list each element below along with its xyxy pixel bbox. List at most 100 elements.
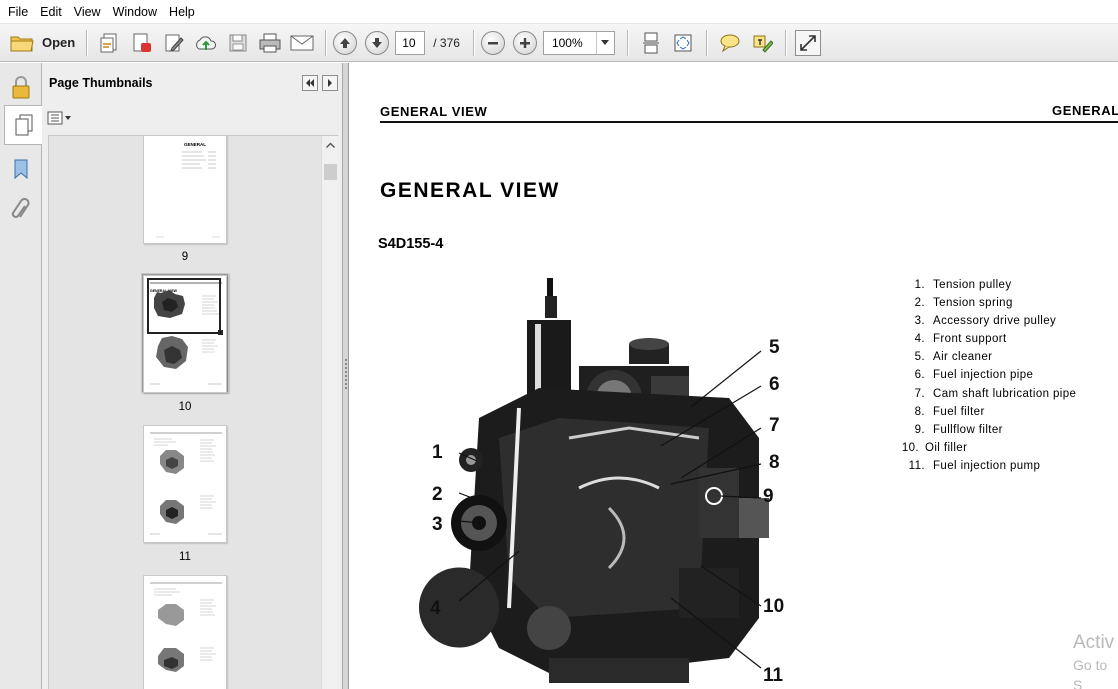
expand-icon <box>800 34 816 51</box>
full-screen-button[interactable] <box>794 29 821 56</box>
thumbnail-page-9[interactable]: GENERAL <box>143 136 227 244</box>
upload-button[interactable] <box>192 28 220 58</box>
zoom-out-button[interactable] <box>480 30 505 55</box>
toolbar-separator <box>472 29 474 56</box>
chevron-right-icon <box>328 79 332 87</box>
callout-2: 2 <box>432 484 443 505</box>
page-thumbnails-panel: Page Thumbnails GENERAL 9 GENERAL VIEW 1… <box>42 63 343 689</box>
callout-8: 8 <box>769 452 780 473</box>
combine-files-button[interactable] <box>128 28 156 58</box>
arrow-down-icon <box>372 37 383 48</box>
thumbnail-page-11[interactable] <box>143 425 227 543</box>
callout-7: 7 <box>769 415 780 436</box>
list-item: 1. Tension pulley <box>914 279 1012 291</box>
fit-page-button[interactable] <box>669 28 697 58</box>
viewport-indicator[interactable] <box>147 278 221 334</box>
open-button[interactable]: Open <box>6 33 79 53</box>
page-preview <box>150 582 222 672</box>
cloud-upload-icon <box>196 35 217 50</box>
save-button[interactable] <box>224 28 252 58</box>
thumbnail-label: 10 <box>178 401 192 413</box>
open-label: Open <box>42 35 76 50</box>
document-view[interactable]: GENERAL VIEW GENERAL GENERAL VIEW S4D155… <box>349 63 1118 689</box>
toolbar-separator <box>705 29 707 56</box>
list-item: 10. Oil filler <box>901 441 968 454</box>
zoom-value: 100% <box>551 35 583 50</box>
callout-11: 11 <box>763 665 784 686</box>
page-thumbnails-tab[interactable] <box>4 105 42 145</box>
bookmarks-tab[interactable] <box>3 151 39 187</box>
plus-icon <box>519 37 530 48</box>
scrollbar-thumb[interactable] <box>324 164 337 180</box>
create-pdf-button[interactable] <box>96 28 124 58</box>
menu-window[interactable]: Window <box>107 0 163 24</box>
callout-5: 5 <box>769 337 780 358</box>
minus-icon <box>487 41 498 44</box>
engine-illustration: 1 2 3 4 5 6 7 8 9 10 11 <box>419 278 784 686</box>
highlighter-icon <box>753 35 773 53</box>
comment-button[interactable] <box>716 28 744 58</box>
list-item: 5. Air cleaner <box>914 351 993 364</box>
lock-button[interactable] <box>3 69 39 105</box>
thumbnail-options-button[interactable] <box>47 109 73 127</box>
zoom-in-button[interactable] <box>512 30 537 55</box>
viewport-resize-handle[interactable] <box>218 330 223 335</box>
scroll-pages-icon <box>642 32 659 53</box>
callout-10: 10 <box>763 596 784 617</box>
toolbar-separator <box>626 29 628 56</box>
lock-icon <box>12 76 30 99</box>
panel-controls <box>298 75 338 91</box>
list-item: 11. Fuel injection pump <box>908 459 1041 472</box>
edit-button[interactable] <box>160 28 188 58</box>
menu-file[interactable]: File <box>2 0 34 24</box>
chevron-up-icon <box>326 142 335 148</box>
folder-icon <box>10 36 34 51</box>
callout-3: 3 <box>432 514 443 535</box>
pdf-file-icon <box>133 33 152 52</box>
printer-icon <box>259 33 281 52</box>
page-preview <box>150 432 222 535</box>
menu-help[interactable]: Help <box>163 0 201 24</box>
header-rule <box>380 121 1118 123</box>
menu-bar: File Edit View Window Help <box>0 0 1118 24</box>
zoom-select[interactable]: 100% <box>542 30 615 55</box>
floppy-icon <box>229 34 247 51</box>
list-item: 6. Fuel injection pipe <box>914 369 1034 382</box>
thumbnail-page-10[interactable]: GENERAL VIEW <box>143 275 227 393</box>
thumbnail-list[interactable]: GENERAL 9 GENERAL VIEW 10 11 <box>48 135 338 689</box>
next-page-button[interactable] <box>365 30 390 55</box>
thumbnail-scrollbar[interactable] <box>321 136 338 689</box>
create-pdf-icon <box>100 33 117 52</box>
paperclip-icon <box>11 198 30 218</box>
scrolling-mode-button[interactable] <box>637 28 665 58</box>
watermark-line-2: Go to S <box>1073 657 1108 689</box>
list-item: 2. Tension spring <box>914 297 1013 310</box>
edit-pencil-icon <box>165 34 184 52</box>
page-title: GENERAL VIEW <box>380 179 560 202</box>
highlight-button[interactable] <box>748 28 776 58</box>
menu-edit[interactable]: Edit <box>34 0 68 24</box>
page-total: / 376 <box>433 35 460 50</box>
list-item: 7. Cam shaft lubrication pipe <box>914 387 1077 400</box>
toolbar-separator <box>784 29 786 56</box>
print-button[interactable] <box>256 28 284 58</box>
thumbnail-label: 11 <box>179 551 191 563</box>
scroll-up-button[interactable] <box>322 136 338 154</box>
fit-page-icon <box>674 34 692 51</box>
expand-panel-button[interactable] <box>322 75 338 91</box>
chevron-down-icon[interactable] <box>595 31 614 54</box>
pages-icon <box>15 114 32 136</box>
previous-page-button[interactable] <box>333 30 358 55</box>
email-button[interactable] <box>288 28 316 58</box>
callout-6: 6 <box>769 374 780 395</box>
collapse-panel-button[interactable] <box>302 75 318 91</box>
attachments-tab[interactable] <box>3 193 39 229</box>
options-list-icon <box>47 111 71 125</box>
thumbnail-page-12[interactable] <box>143 575 227 689</box>
watermark-line-1: Activ <box>1073 632 1115 653</box>
menu-view[interactable]: View <box>68 0 107 24</box>
page-number-input[interactable]: 10 <box>395 30 426 55</box>
list-item: 4. Front support <box>914 333 1007 346</box>
double-chevron-left-icon <box>306 79 314 87</box>
toolbar-separator <box>86 29 88 56</box>
